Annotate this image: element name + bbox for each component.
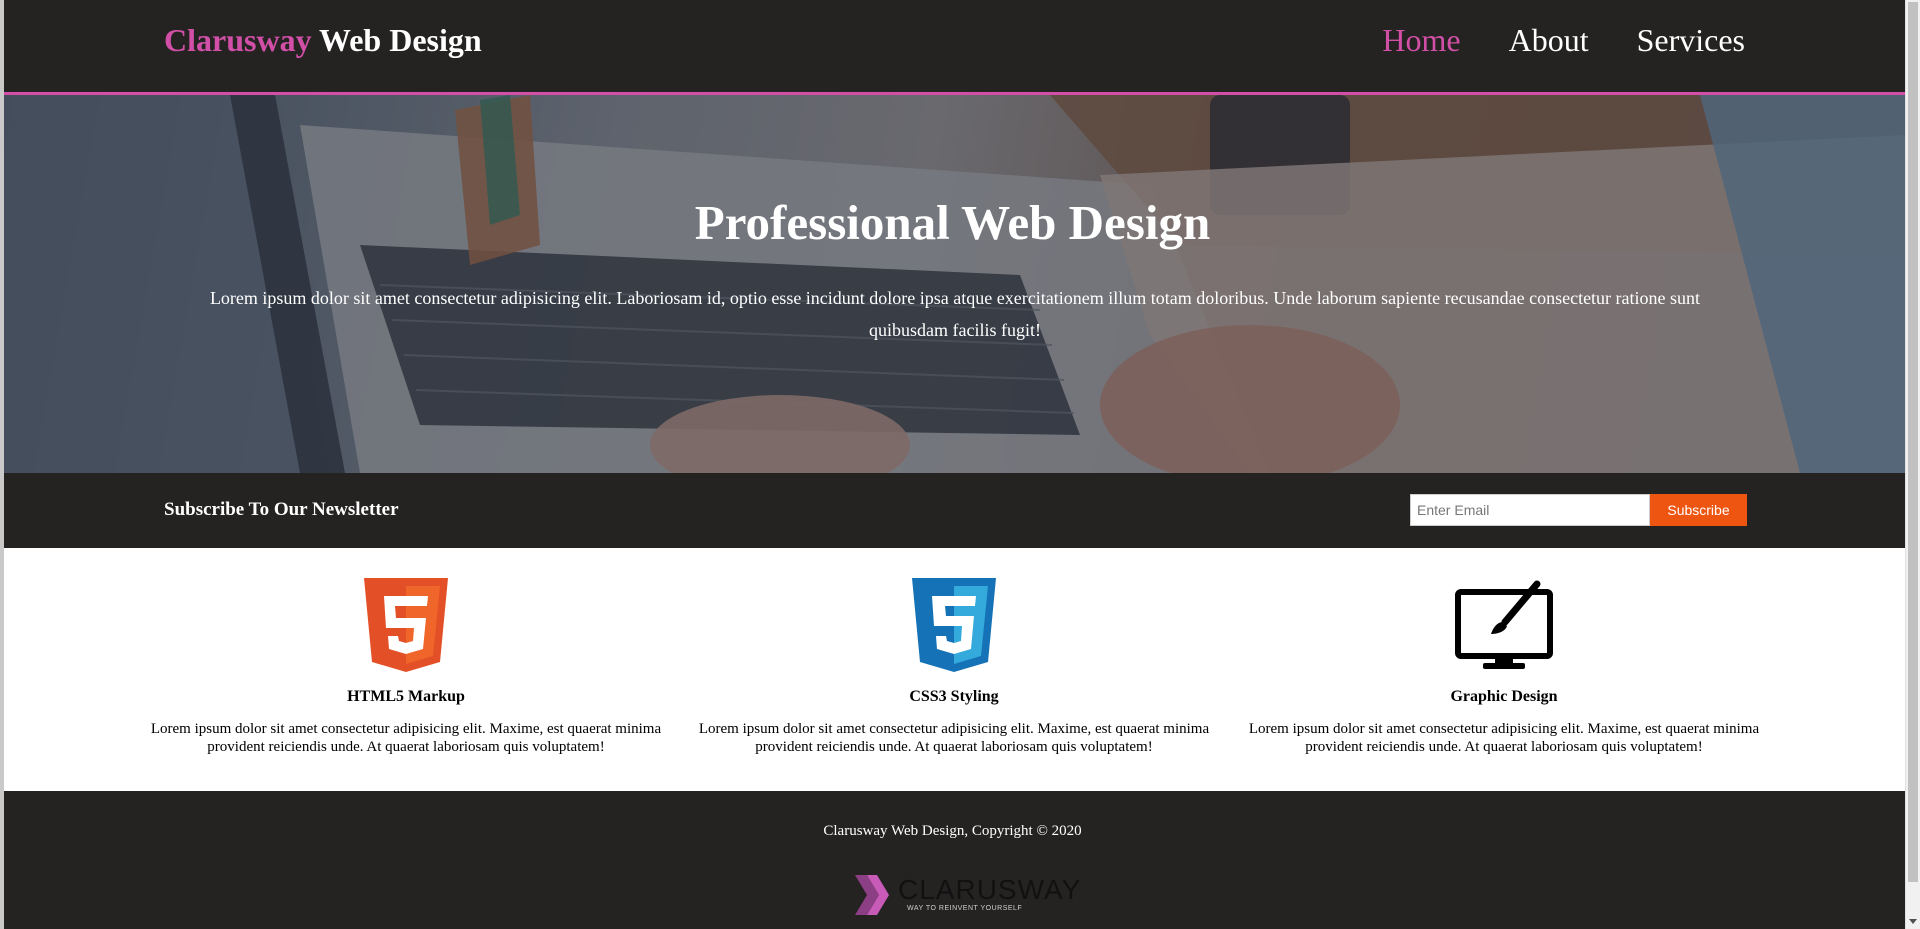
feature-text: Lorem ipsum dolor sit amet consectetur a… [698,721,1210,755]
hero-title: Professional Web Design [694,195,1211,250]
html5-icon [364,578,448,672]
chevron-logo-icon [855,875,889,915]
feature-css3: CSS3 Styling Lorem ipsum dolor sit amet … [694,578,1214,756]
features-section: HTML5 Markup Lorem ipsum dolor sit amet … [0,548,1905,791]
site-footer: Clarusway Web Design, Copyright © 2020 C… [0,791,1905,929]
subscribe-button[interactable]: Subscribe [1650,494,1747,526]
feature-title: HTML5 Markup [347,688,465,705]
nav-services-link[interactable]: Services [1637,22,1745,59]
newsletter-heading: Subscribe To Our Newsletter [164,499,399,520]
vertical-scrollbar[interactable] [1905,0,1920,929]
feature-text: Lorem ipsum dolor sit amet consectetur a… [1248,721,1760,755]
feature-html5: HTML5 Markup Lorem ipsum dolor sit amet … [146,578,666,756]
clarusway-logo[interactable]: CLARUSWAY WAY TO REINVENT YOURSELF [855,871,1080,919]
feature-text: Lorem ipsum dolor sit amet consectetur a… [150,721,662,755]
site-logo[interactable]: Clarusway Web Design [164,22,482,59]
feature-title: CSS3 Styling [909,688,999,705]
nav-home-link[interactable]: Home [1382,22,1460,59]
page: Clarusway Web Design Home About Services [0,0,1905,929]
feature-title: Graphic Design [1450,688,1558,705]
brand-name: CLARUSWAY [898,874,1082,905]
email-input[interactable] [1410,494,1650,526]
copyright-text: Clarusway Web Design, Copyright © 2020 [823,823,1082,839]
main-nav: Home About Services [1382,22,1745,59]
scrollbar-thumb[interactable] [1908,2,1918,882]
newsletter-section: Subscribe To Our Newsletter Subscribe [0,473,1905,548]
feature-graphic: Graphic Design Lorem ipsum dolor sit ame… [1244,578,1764,756]
logo-accent-text: Clarusway [164,22,312,58]
site-header: Clarusway Web Design Home About Services [0,0,1905,95]
css3-icon [912,578,996,672]
monitor-brush-icon [1455,580,1553,669]
hero-section: Professional Web Design Lorem ipsum dolo… [0,95,1905,473]
hero-text: Lorem ipsum dolor sit amet consectetur a… [209,288,1701,340]
logo-text: Web Design [311,22,482,58]
brand-tagline: WAY TO REINVENT YOURSELF [907,905,1023,912]
window-left-border [0,0,4,929]
nav-about-link[interactable]: About [1509,22,1589,59]
scroll-down-arrow-icon[interactable] [1909,919,1917,924]
